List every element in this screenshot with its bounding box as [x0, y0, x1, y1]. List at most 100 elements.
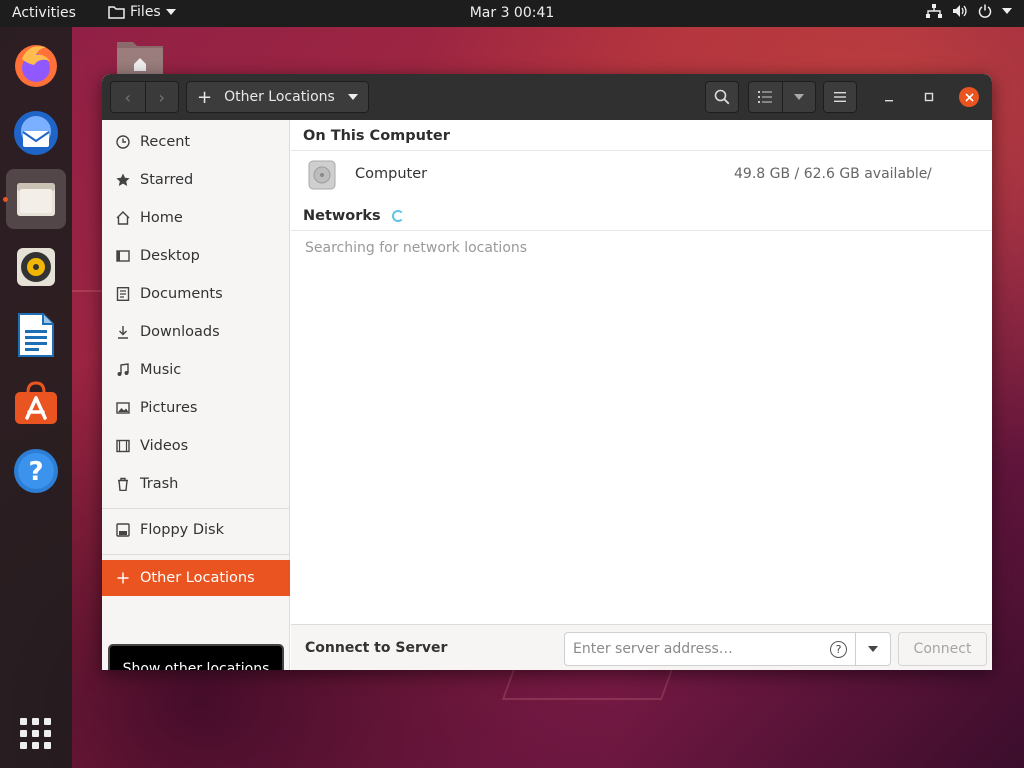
sidebar-item-music[interactable]: Music: [102, 352, 290, 388]
sidebar-item-label: Videos: [140, 438, 189, 454]
sidebar-item-label: Floppy Disk: [140, 522, 224, 538]
location-button[interactable]: + Other Locations: [186, 81, 369, 113]
sidebar-item-desktop[interactable]: Desktop: [102, 238, 290, 274]
document-icon: [115, 286, 131, 302]
networks-heading: Networks: [303, 208, 404, 224]
app-menu-button[interactable]: Files: [108, 4, 176, 20]
download-icon: [115, 324, 131, 340]
folder-icon: [108, 6, 125, 19]
sidebar-item-label: Downloads: [140, 324, 220, 340]
computer-path: /: [927, 166, 932, 182]
grid-dot: [20, 742, 27, 749]
network-search-status: Searching for network locations: [305, 240, 528, 256]
grid-dot: [44, 718, 51, 725]
firefox-launcher[interactable]: [6, 35, 66, 95]
sidebar-item-label: Home: [140, 210, 183, 226]
music-icon: [115, 362, 131, 378]
grid-dot: [32, 718, 39, 725]
sidebar-item-home[interactable]: Home: [102, 200, 290, 236]
connect-to-server-bar: Connect to Server Enter server address… …: [291, 624, 992, 670]
rhythmbox-launcher[interactable]: [6, 237, 66, 297]
minimize-button[interactable]: [879, 87, 899, 107]
desktop-icon: [115, 248, 131, 264]
maximize-button[interactable]: [919, 87, 939, 107]
sidebar-item-recent[interactable]: Recent: [102, 124, 290, 160]
activities-button[interactable]: Activities: [12, 5, 76, 21]
floppy-icon: [115, 522, 131, 538]
trash-icon: [115, 476, 131, 492]
sidebar-item-pictures[interactable]: Pictures: [102, 390, 290, 426]
tooltip-text: Show other locations: [122, 661, 270, 670]
sidebar-item-floppy-disk[interactable]: Floppy Disk: [102, 512, 290, 548]
search-icon: [714, 89, 730, 105]
star-icon: [115, 172, 131, 188]
grid-dot: [44, 742, 51, 749]
sidebar-item-label: Music: [140, 362, 182, 378]
sidebar-item-starred[interactable]: Starred: [102, 162, 290, 198]
back-button[interactable]: ‹: [111, 82, 145, 112]
nav-buttons: ‹ ›: [110, 81, 179, 113]
home-folder-icon: [117, 42, 163, 78]
close-button[interactable]: [959, 87, 979, 107]
view-options-button[interactable]: [781, 82, 815, 112]
clock-icon: [115, 134, 131, 150]
minimize-icon: [885, 100, 893, 102]
view-toggle-group: [748, 81, 816, 113]
recent-servers-dropdown[interactable]: [855, 632, 891, 666]
header-bar: ‹ › + Other Locations: [102, 74, 992, 120]
app-menu-label: Files: [130, 4, 161, 20]
chevron-down-icon: [868, 646, 878, 652]
video-icon: [115, 438, 131, 454]
help-icon: ?: [14, 449, 58, 493]
rhythmbox-icon: [17, 248, 55, 286]
sidebar-item-downloads[interactable]: Downloads: [102, 314, 290, 350]
help-icon[interactable]: ?: [830, 641, 847, 658]
sidebar-item-documents[interactable]: Documents: [102, 276, 290, 312]
desktop-home-folder[interactable]: [116, 38, 164, 78]
hamburger-menu-button[interactable]: [823, 81, 857, 113]
writer-launcher[interactable]: [6, 305, 66, 365]
show-applications-button[interactable]: [20, 718, 52, 750]
thunderbird-launcher[interactable]: [6, 103, 66, 163]
computer-row[interactable]: Computer 49.8 GB / 62.6 GB available /: [291, 150, 992, 200]
connect-to-server-label: Connect to Server: [305, 640, 448, 656]
grid-dot: [44, 730, 51, 737]
files-launcher[interactable]: [6, 169, 66, 229]
hamburger-icon: [834, 92, 846, 102]
close-icon: [964, 92, 974, 102]
other-locations-view: On This Computer Computer 49.8 GB / 62.6…: [291, 120, 992, 624]
sidebar-item-label: Starred: [140, 172, 194, 188]
networks-label: Networks: [303, 208, 381, 224]
forward-button[interactable]: ›: [144, 82, 178, 112]
dock: ?: [0, 27, 72, 768]
clock-datetime[interactable]: Mar 3 00:41: [470, 5, 555, 21]
sidebar-item-label: Desktop: [140, 248, 200, 264]
firefox-icon: [15, 45, 57, 87]
sidebar-item-label: Recent: [140, 134, 191, 150]
sidebar-separator: [102, 554, 290, 555]
computer-space: 49.8 GB / 62.6 GB available: [734, 166, 928, 182]
system-tray[interactable]: [926, 4, 1012, 18]
chevron-down-icon: [1002, 8, 1012, 14]
files-window: ‹ › + Other Locations Recent Starred Hom…: [102, 74, 992, 670]
sidebar-separator: [102, 508, 290, 509]
maximize-icon: [924, 92, 934, 102]
software-launcher[interactable]: [6, 373, 66, 433]
network-icon: [926, 4, 942, 18]
sidebar-item-other-locations[interactable]: Other Locations: [102, 560, 290, 596]
connect-button[interactable]: Connect: [898, 632, 987, 666]
sidebar-item-label: Pictures: [140, 400, 198, 416]
sidebar: Recent Starred Home Desktop Documents Do…: [102, 120, 290, 670]
sidebar-item-videos[interactable]: Videos: [102, 428, 290, 464]
picture-icon: [115, 400, 131, 416]
sidebar-item-trash[interactable]: Trash: [102, 466, 290, 502]
sidebar-item-label: Documents: [140, 286, 223, 302]
grid-dot: [20, 730, 27, 737]
libreoffice-writer-icon: [18, 313, 54, 357]
top-bar: Activities Files Mar 3 00:41: [0, 0, 1024, 27]
list-view-button[interactable]: [749, 82, 782, 112]
search-button[interactable]: [705, 81, 739, 113]
ubuntu-software-icon: [15, 381, 57, 424]
help-launcher[interactable]: ?: [6, 441, 66, 501]
server-address-input[interactable]: Enter server address… ?: [564, 632, 856, 666]
